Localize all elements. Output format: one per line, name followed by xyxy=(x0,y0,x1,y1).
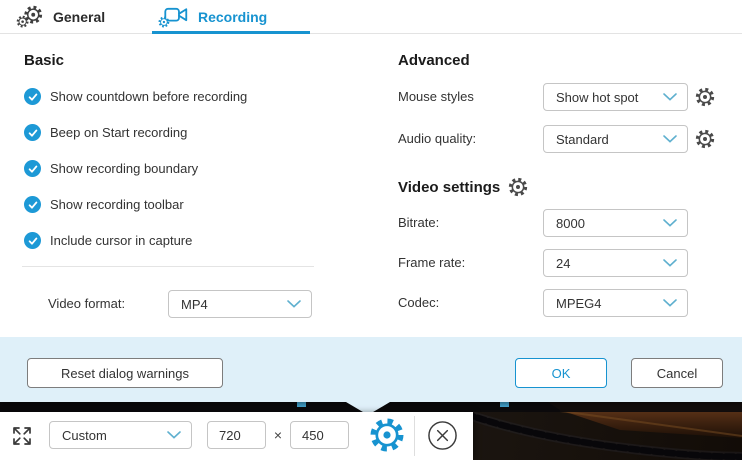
mouse-styles-gear-icon[interactable] xyxy=(695,87,715,107)
active-tab-underline xyxy=(152,31,310,34)
audio-quality-gear-icon[interactable] xyxy=(695,129,715,149)
bitrate-select[interactable]: 8000 xyxy=(543,209,688,237)
tab-recording[interactable]: Recording xyxy=(158,0,267,34)
tab-recording-label: Recording xyxy=(198,9,267,25)
toolbar-settings-gear-icon[interactable] xyxy=(369,417,405,453)
codec-value: MPEG4 xyxy=(544,296,663,311)
height-input[interactable] xyxy=(290,421,349,449)
expand-arrows-icon[interactable] xyxy=(10,424,34,448)
ok-button[interactable]: OK xyxy=(515,358,607,388)
reset-dialog-warnings-button[interactable]: Reset dialog warnings xyxy=(27,358,223,388)
close-circle-icon[interactable] xyxy=(427,420,458,451)
codec-label: Codec: xyxy=(398,289,439,317)
chevron-down-icon xyxy=(663,259,677,267)
audio-quality-value: Standard xyxy=(544,132,663,147)
check-circle-icon[interactable] xyxy=(24,160,41,177)
video-settings-heading-row: Video settings xyxy=(398,177,528,197)
boundary-handle[interactable] xyxy=(297,402,306,407)
dialog-footer: Reset dialog warnings OK Cancel xyxy=(0,337,742,402)
video-camera-icon xyxy=(158,5,189,29)
audio-quality-label: Audio quality: xyxy=(398,125,476,153)
gears-icon xyxy=(16,5,44,29)
size-preset-select[interactable]: Custom xyxy=(49,421,192,449)
recorder-app-screen: General Recording Basic Show countdown b… xyxy=(0,0,742,460)
mouse-styles-row: Mouse styles Show hot spot xyxy=(0,83,742,111)
chevron-down-icon xyxy=(663,93,677,101)
tab-bar: General Recording xyxy=(0,0,742,34)
bitrate-row: Bitrate: 8000 xyxy=(0,209,742,237)
chevron-down-icon xyxy=(167,431,181,439)
bitrate-label: Bitrate: xyxy=(398,209,439,237)
recording-toolbar: Custom × xyxy=(0,412,473,460)
frame-rate-row: Frame rate: 24 xyxy=(0,249,742,277)
cancel-button[interactable]: Cancel xyxy=(631,358,723,388)
mouse-styles-label: Mouse styles xyxy=(398,83,474,111)
basic-heading: Basic xyxy=(24,52,64,69)
frame-rate-label: Frame rate: xyxy=(398,249,465,277)
times-separator: × xyxy=(268,421,288,449)
advanced-heading: Advanced xyxy=(398,52,470,69)
tab-general[interactable]: General xyxy=(16,0,105,34)
settings-dialog: General Recording Basic Show countdown b… xyxy=(0,0,742,402)
audio-quality-select[interactable]: Standard xyxy=(543,125,688,153)
codec-select[interactable]: MPEG4 xyxy=(543,289,688,317)
video-settings-heading: Video settings xyxy=(398,179,500,196)
codec-row: Codec: MPEG4 xyxy=(0,289,742,317)
frame-rate-select[interactable]: 24 xyxy=(543,249,688,277)
width-input[interactable] xyxy=(207,421,266,449)
frame-rate-value: 24 xyxy=(544,256,663,271)
mouse-styles-value: Show hot spot xyxy=(544,90,663,105)
option-label: Show recording boundary xyxy=(50,161,198,176)
chevron-down-icon xyxy=(663,299,677,307)
mouse-styles-select[interactable]: Show hot spot xyxy=(543,83,688,111)
bitrate-value: 8000 xyxy=(544,216,663,231)
option-show-boundary[interactable]: Show recording boundary xyxy=(24,160,198,177)
chevron-down-icon xyxy=(663,219,677,227)
boundary-handle[interactable] xyxy=(500,402,509,407)
chevron-down-icon xyxy=(663,135,677,143)
size-preset-value: Custom xyxy=(50,428,167,443)
audio-quality-row: Audio quality: Standard xyxy=(0,125,742,153)
video-settings-gear-icon[interactable] xyxy=(508,177,528,197)
tab-general-label: General xyxy=(53,9,105,25)
toolbar-divider xyxy=(414,416,415,456)
